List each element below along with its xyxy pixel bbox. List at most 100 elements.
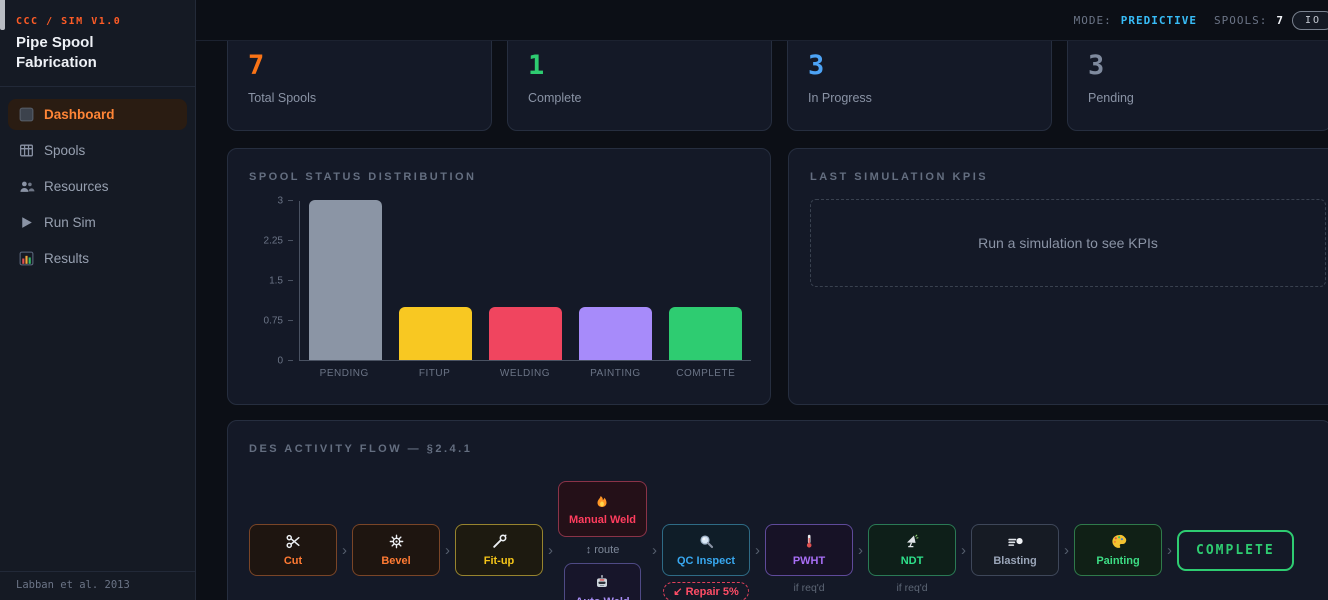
stat-label: Complete (528, 91, 751, 105)
weld-route-branch: Manual Weld ↕ route Auto Weld (558, 481, 647, 600)
sidebar-header: CCC / SIM V1.0 Pipe Spool Fabrication (0, 0, 195, 87)
citation: Labban et al. 2013 (0, 571, 195, 600)
flow-node-label: Manual Weld (569, 514, 636, 526)
x-tick-label: FITUP (390, 368, 480, 379)
spools-count: 7 (1276, 14, 1283, 27)
spool-status-panel: SPOOL STATUS DISTRIBUTION 00.751.52.253 … (227, 148, 771, 405)
stat-value: 3 (808, 50, 1031, 81)
flow-node-label: Bevel (381, 555, 410, 567)
status-bar-chart: 00.751.52.253 PENDINGFITUPWELDINGPAINTIN… (299, 201, 751, 379)
repair-badge: ↙ Repair 5% (663, 582, 748, 600)
main-area: MODE: PREDICTIVE SPOOLS: 7 IO 7 Total Sp… (196, 0, 1328, 600)
pwht-group: PWHT if req'd (765, 524, 853, 576)
kpi-panel: LAST SIMULATION KPIS Run a simulation to… (788, 148, 1328, 405)
magnifier-icon (698, 533, 715, 550)
flow-node-fitup: Fit-up (455, 524, 543, 576)
sidebar: CCC / SIM V1.0 Pipe Spool Fabrication Da… (0, 0, 196, 600)
sidebar-item-results[interactable]: Results (8, 243, 187, 274)
chevron-right-icon: › (1162, 542, 1177, 559)
bar-plot (299, 201, 751, 361)
chevron-right-icon: › (543, 542, 558, 559)
bar-painting (579, 307, 652, 360)
stats-row: 7 Total Spools 1 Complete 3 In Progress … (227, 41, 1297, 131)
ndt-group: NDT if req'd (868, 524, 956, 576)
flow-node-manual-weld: Manual Weld (558, 481, 647, 537)
chevron-right-icon: › (440, 542, 455, 559)
wind-icon (1007, 533, 1024, 550)
panel-title: DES ACTIVITY FLOW — §2.4.1 (249, 443, 1310, 455)
y-tick-label: 1.5 (269, 276, 283, 287)
stat-card-total-spools: 7 Total Spools (227, 41, 492, 131)
conditional-note: if req'd (896, 582, 927, 594)
x-axis-labels: PENDINGFITUPWELDINGPAINTINGCOMPLETE (299, 368, 751, 379)
stat-label: Pending (1088, 91, 1311, 105)
bar-pending (309, 200, 382, 360)
play-icon (18, 214, 35, 231)
bar-chart-icon (18, 250, 35, 267)
dashboard-icon (18, 106, 35, 123)
flow-node-painting: Painting (1074, 524, 1162, 576)
stat-label: In Progress (808, 91, 1031, 105)
y-axis: 00.751.52.253 (249, 201, 293, 361)
sidebar-item-label: Resources (44, 179, 109, 194)
chevron-right-icon: › (337, 542, 352, 559)
flow-node-bevel: Bevel (352, 524, 440, 576)
sidebar-item-label: Spools (44, 143, 85, 158)
bar-welding (489, 307, 562, 360)
people-icon (18, 178, 35, 195)
sidebar-item-dashboard[interactable]: Dashboard (8, 99, 187, 130)
chevron-right-icon: › (956, 542, 971, 559)
stat-card-complete: 1 Complete (507, 41, 772, 131)
stat-card-in-progress: 3 In Progress (787, 41, 1052, 131)
content: 7 Total Spools 1 Complete 3 In Progress … (196, 41, 1328, 600)
bar-fitup (399, 307, 472, 360)
stat-value: 1 (528, 50, 751, 81)
thermometer-icon (801, 533, 818, 550)
grid-icon (18, 142, 35, 159)
sidebar-item-spools[interactable]: Spools (8, 135, 187, 166)
scissors-icon (285, 533, 302, 550)
kpi-empty-text: Run a simulation to see KPIs (978, 235, 1158, 251)
chevron-right-icon: › (750, 542, 765, 559)
bar-complete (669, 307, 742, 360)
flow-node-qc-inspect: QC Inspect (662, 524, 750, 576)
topbar: MODE: PREDICTIVE SPOOLS: 7 IO (196, 0, 1328, 41)
y-tick-label: 3 (277, 196, 283, 207)
stat-value: 7 (248, 50, 471, 81)
flow-node-ndt: NDT (868, 524, 956, 576)
wrench-icon (491, 533, 508, 550)
flow-diagram: Cut › Bevel › Fit-up (249, 481, 1310, 600)
sidebar-item-label: Dashboard (44, 107, 115, 122)
flow-node-label: Blasting (993, 555, 1036, 567)
app-version: CCC / SIM V1.0 (16, 16, 179, 27)
io-toggle[interactable]: IO (1292, 11, 1328, 30)
scrollbar-thumb[interactable] (0, 0, 5, 30)
flow-node-label: Cut (284, 555, 302, 567)
flow-node-pwht: PWHT (765, 524, 853, 576)
sidebar-nav: Dashboard Spools Resources Run Sim Resul… (0, 87, 195, 291)
stat-label: Total Spools (248, 91, 471, 105)
flow-node-auto-weld: Auto Weld (564, 563, 640, 600)
qc-group: QC Inspect ↙ Repair 5% (662, 524, 750, 576)
flow-node-label: NDT (901, 555, 924, 567)
x-tick-label: PAINTING (570, 368, 660, 379)
sidebar-item-run-sim[interactable]: Run Sim (8, 207, 187, 238)
sidebar-item-resources[interactable]: Resources (8, 171, 187, 202)
conditional-note: if req'd (793, 582, 824, 594)
palette-icon (1110, 533, 1127, 550)
sidebar-item-label: Results (44, 251, 89, 266)
flow-node-label: QC Inspect (677, 555, 735, 567)
satellite-icon (904, 533, 921, 550)
panel-title: LAST SIMULATION KPIS (810, 171, 1326, 183)
flow-node-cut: Cut (249, 524, 337, 576)
gear-icon (388, 533, 405, 550)
des-flow-panel: DES ACTIVITY FLOW — §2.4.1 Cut › Bevel (227, 420, 1328, 600)
app-title: Pipe Spool Fabrication (16, 33, 126, 72)
flow-node-label: Painting (1096, 555, 1139, 567)
x-tick-label: COMPLETE (661, 368, 751, 379)
robot-icon (594, 574, 611, 591)
mode-label: MODE: (1074, 14, 1112, 27)
flow-node-label: Fit-up (484, 555, 515, 567)
flow-node-complete: COMPLETE (1177, 530, 1294, 571)
x-tick-label: WELDING (480, 368, 570, 379)
